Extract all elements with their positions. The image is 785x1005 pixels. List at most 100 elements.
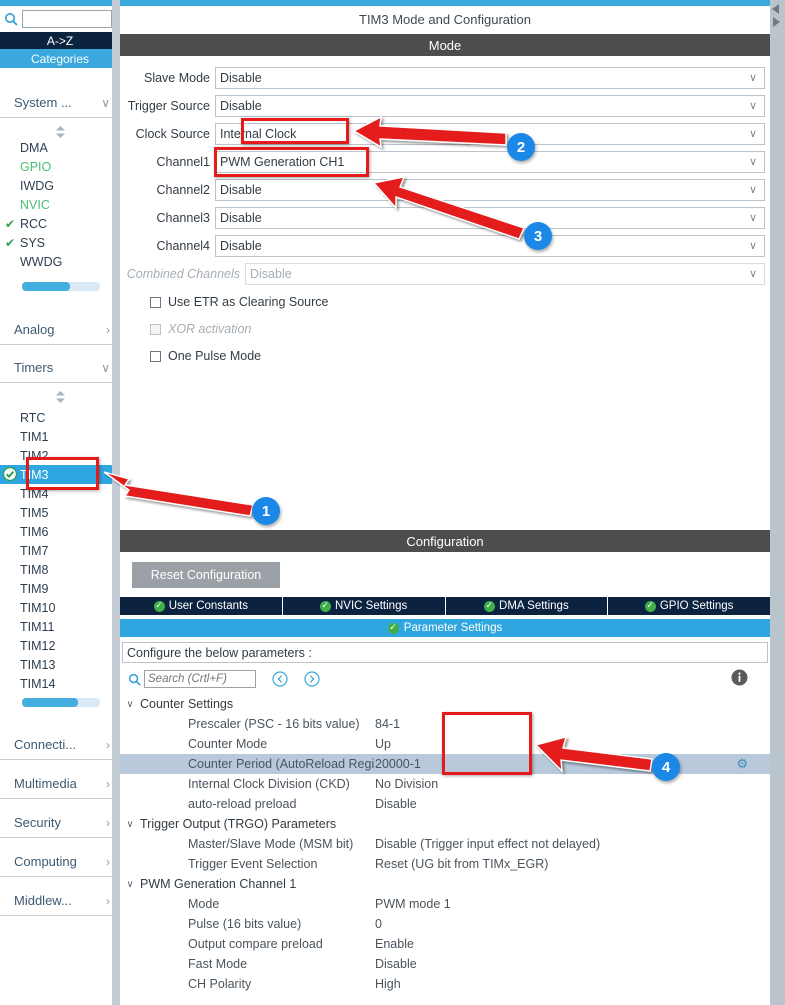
param-value[interactable]: Disable: [375, 957, 770, 971]
sidebar-search-input[interactable]: [22, 10, 112, 28]
sidebar-group-computing-label: Computing: [14, 854, 77, 869]
sidebar-item-tim1[interactable]: TIM1: [0, 427, 120, 446]
tab-sort-az[interactable]: A->Z: [0, 32, 120, 49]
sidebar-item-tim12[interactable]: TIM12: [0, 636, 120, 655]
vertical-scrollbar[interactable]: [770, 0, 785, 1005]
sidebar-item-label: TIM12: [20, 638, 56, 653]
checkbox-row-xor-activation: XOR activation: [120, 317, 770, 341]
mode-label-channel3: Channel3: [156, 211, 210, 225]
param-group-pwm-generation-channel-1[interactable]: ∨ PWM Generation Channel 1: [120, 874, 770, 894]
sidebar-item-nvic[interactable]: NVIC: [0, 195, 120, 214]
param-name: Counter Mode: [188, 737, 268, 751]
sidebar-item-sys[interactable]: ✔ SYS: [0, 233, 120, 252]
sidebar-group-multimedia[interactable]: Multimedia ›: [0, 769, 120, 799]
param-value[interactable]: PWM mode 1: [375, 897, 770, 911]
tab-user-constants[interactable]: User Constants: [120, 597, 283, 615]
checkbox-use-etr-as-clearing-source[interactable]: [150, 296, 161, 308]
chevron-down-icon[interactable]: ∨: [120, 879, 140, 890]
param-value[interactable]: 84-1: [375, 717, 770, 731]
sidebar-system-spinner[interactable]: [0, 125, 120, 138]
mode-select-slave-mode[interactable]: Disable ∨: [215, 67, 765, 89]
sidebar-item-rtc[interactable]: RTC: [0, 408, 120, 427]
param-value[interactable]: Disable: [375, 797, 770, 811]
mode-select-clock-source[interactable]: Internal Clock ∨: [215, 123, 765, 145]
sidebar-item-tim3[interactable]: TIM3: [0, 465, 120, 484]
sidebar-group-middleware[interactable]: Middlew... ›: [0, 886, 120, 916]
reset-configuration-button[interactable]: Reset Configuration: [132, 562, 280, 588]
mode-select-channel4[interactable]: Disable ∨: [215, 235, 765, 257]
gear-icon[interactable]: ⚙: [736, 756, 748, 772]
mode-select-channel1[interactable]: PWM Generation CH1 ∨: [215, 151, 765, 173]
sidebar-group-system[interactable]: System ... ∨: [0, 88, 120, 118]
param-row[interactable]: Pulse (16 bits value) 0: [120, 914, 770, 934]
sidebar-group-security[interactable]: Security ›: [0, 808, 120, 838]
param-value[interactable]: Disable (Trigger input effect not delaye…: [375, 837, 770, 851]
sidebar-group-analog[interactable]: Analog ›: [0, 315, 120, 345]
checkbox-row-use-etr-as-clearing-source[interactable]: Use ETR as Clearing Source: [120, 290, 770, 314]
param-row[interactable]: Master/Slave Mode (MSM bit) Disable (Trig…: [120, 834, 770, 854]
search-next-icon[interactable]: [304, 671, 320, 687]
scrollbar-arrows[interactable]: [770, 0, 785, 30]
chevron-left-icon[interactable]: [772, 4, 779, 14]
param-row[interactable]: Prescaler (PSC - 16 bits value) 84-1: [120, 714, 770, 734]
param-value[interactable]: Enable: [375, 937, 770, 951]
sidebar-item-rcc[interactable]: ✔ RCC: [0, 214, 120, 233]
param-group-trigger-output-trgo-parameters[interactable]: ∨ Trigger Output (TRGO) Parameters: [120, 814, 770, 834]
sidebar-group-connectivity[interactable]: Connecti... ›: [0, 730, 120, 760]
sidebar-item-tim11[interactable]: TIM11: [0, 617, 120, 636]
info-icon[interactable]: [731, 669, 748, 689]
sidebar-item-tim7[interactable]: TIM7: [0, 541, 120, 560]
param-row[interactable]: Trigger Event Selection Reset (UG bit fro…: [120, 854, 770, 874]
param-value[interactable]: Reset (UG bit from TIMx_EGR): [375, 857, 770, 871]
sidebar-system-scrollbar[interactable]: [22, 282, 100, 291]
sidebar-item-gpio[interactable]: GPIO: [0, 157, 120, 176]
mode-select-channel3[interactable]: Disable ∨: [215, 207, 765, 229]
checkbox-row-one-pulse-mode[interactable]: One Pulse Mode: [120, 344, 770, 368]
param-value[interactable]: Up: [375, 737, 770, 751]
sidebar-item-tim5[interactable]: TIM5: [0, 503, 120, 522]
chevron-down-icon[interactable]: ∨: [120, 699, 140, 710]
sidebar-item-tim4[interactable]: TIM4: [0, 484, 120, 503]
chevron-right-icon[interactable]: [773, 17, 780, 27]
param-row[interactable]: Output compare preload Enable: [120, 934, 770, 954]
sidebar-item-label: SYS: [20, 235, 46, 250]
tab-nvic-settings[interactable]: NVIC Settings: [282, 597, 446, 615]
param-row[interactable]: auto-reload preload Disable: [120, 794, 770, 814]
sidebar-item-wwdg[interactable]: WWDG: [0, 252, 120, 271]
tab-categories[interactable]: Categories: [0, 49, 120, 68]
sidebar-item-tim13[interactable]: TIM13: [0, 655, 120, 674]
search-previous-icon[interactable]: [272, 671, 288, 687]
sidebar-item-dma[interactable]: DMA: [0, 138, 120, 157]
sidebar-item-tim6[interactable]: TIM6: [0, 522, 120, 541]
sidebar-group-timers[interactable]: Timers ∨: [0, 353, 120, 383]
sidebar-item-tim10[interactable]: TIM10: [0, 598, 120, 617]
mode-select-trigger-source[interactable]: Disable ∨: [215, 95, 765, 117]
checkbox-one-pulse-mode[interactable]: [150, 350, 161, 362]
param-value[interactable]: 0: [375, 917, 770, 931]
param-row[interactable]: Counter Period (AutoReload Register - 16…: [120, 754, 770, 774]
param-row[interactable]: Counter Mode Up: [120, 734, 770, 754]
chevron-down-icon[interactable]: ∨: [120, 819, 140, 830]
parameter-search-input[interactable]: [144, 670, 256, 688]
param-row[interactable]: Fast Mode Disable: [120, 954, 770, 974]
sidebar-item-tim9[interactable]: TIM9: [0, 579, 120, 598]
param-group-counter-settings[interactable]: ∨ Counter Settings: [120, 694, 770, 714]
param-row[interactable]: Mode PWM mode 1: [120, 894, 770, 914]
mode-select-channel2[interactable]: Disable ∨: [215, 179, 765, 201]
sidebar-item-tim14[interactable]: TIM14: [0, 674, 120, 693]
sidebar-timers-scrollbar[interactable]: [22, 698, 100, 707]
sidebar-timers-spinner[interactable]: [0, 390, 120, 403]
param-value[interactable]: 20000-1: [375, 757, 770, 771]
sidebar-item-tim2[interactable]: TIM2: [0, 446, 120, 465]
param-value[interactable]: No Division: [375, 777, 770, 791]
param-row[interactable]: CH Polarity High: [120, 974, 770, 994]
tab-gpio-settings[interactable]: GPIO Settings: [608, 597, 770, 615]
sidebar-item-tim8[interactable]: TIM8: [0, 560, 120, 579]
tab-parameter-settings[interactable]: Parameter Settings: [120, 619, 770, 637]
param-row[interactable]: Internal Clock Division (CKD) No Division: [120, 774, 770, 794]
sidebar-item-iwdg[interactable]: IWDG: [0, 176, 120, 195]
sidebar-group-computing[interactable]: Computing ›: [0, 847, 120, 877]
tab-dma-settings[interactable]: DMA Settings: [445, 597, 609, 615]
configuration-section-header-label: Configuration: [406, 533, 484, 549]
param-value[interactable]: High: [375, 977, 770, 991]
